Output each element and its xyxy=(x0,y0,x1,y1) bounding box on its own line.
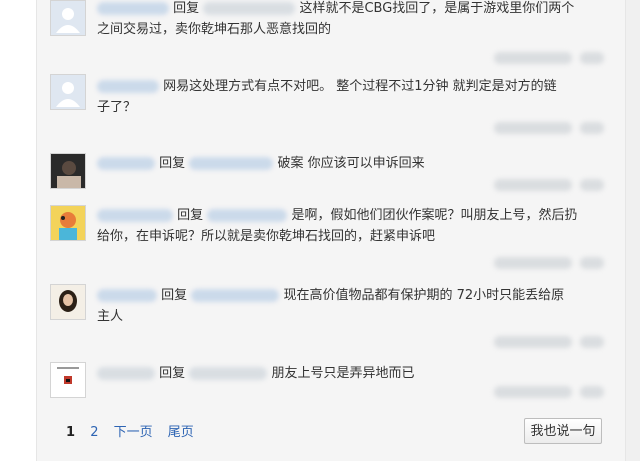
avatar-default[interactable] xyxy=(50,74,86,110)
scrollbar-track[interactable] xyxy=(626,0,640,461)
avatar-user-photo[interactable] xyxy=(50,284,86,320)
avatar-user-photo[interactable] xyxy=(50,362,86,398)
reply-word: 回复 xyxy=(177,208,204,223)
blurred-username[interactable] xyxy=(97,209,173,222)
blurred-username[interactable] xyxy=(97,2,169,15)
comment-line: 主人 xyxy=(97,309,124,324)
comment-line: 子了？ xyxy=(97,100,137,115)
comment-meta-blurred xyxy=(494,386,606,408)
comment-line: 现在高价值物品都有保护期的 72小时只能丢给原 xyxy=(283,288,565,303)
blurred-username[interactable] xyxy=(207,209,288,222)
comment-meta-blurred xyxy=(494,336,606,358)
comment-meta-blurred xyxy=(494,179,606,201)
avatar-user-photo[interactable] xyxy=(50,153,86,189)
comment-text: 网易这处理方式有点不对吧。 整个过程不过1分钟 就判定是对方的链 子了？ xyxy=(97,76,607,118)
reply-word: 回复 xyxy=(159,366,186,381)
reply-word: 回复 xyxy=(173,1,200,16)
reply-word: 回复 xyxy=(159,156,186,171)
comment-text: 回复 是啊，假如他们团伙作案呢？叫朋友上号，然后扔 给你，在申诉呢？所以就是卖你… xyxy=(97,205,607,247)
post-reply-button[interactable]: 我也说一句 xyxy=(524,418,602,444)
comment-text: 回复 这样就不是CBG找回了，是属于游戏里你们两个 之间交易过，卖你乾坤石那人恶… xyxy=(97,0,607,40)
next-page-link[interactable]: 下一页 xyxy=(114,425,153,440)
blurred-username[interactable] xyxy=(191,289,280,302)
avatar-user-photo[interactable] xyxy=(50,205,86,241)
pagination: 1 2 下一页 尾页 xyxy=(66,421,205,440)
last-page-link[interactable]: 尾页 xyxy=(168,425,194,440)
blurred-username[interactable] xyxy=(97,289,157,302)
blurred-username[interactable] xyxy=(189,367,268,380)
comment-meta-blurred xyxy=(494,52,606,74)
page-current: 1 xyxy=(66,425,76,440)
comment-meta-blurred xyxy=(494,257,606,279)
comment-meta-blurred xyxy=(494,122,606,144)
comment-text: 回复 朋友上号只是弄异地而已 xyxy=(97,363,607,384)
reply-word: 回复 xyxy=(161,288,188,303)
comment-line: 朋友上号只是弄异地而已 xyxy=(271,366,415,381)
comment-text: 回复 破案 你应该可以申诉回来 xyxy=(97,153,607,174)
comment-text: 回复 现在高价值物品都有保护期的 72小时只能丢给原 主人 xyxy=(97,285,607,327)
comment-line: 是啊，假如他们团伙作案呢？叫朋友上号，然后扔 xyxy=(291,208,578,223)
comment-line: 之间交易过，卖你乾坤石那人恶意找回的 xyxy=(97,22,332,37)
avatar-default[interactable] xyxy=(50,0,86,36)
comment-line: 给你，在申诉呢？所以就是卖你乾坤石找回的，赶紧申诉吧 xyxy=(97,229,436,244)
page-2-link[interactable]: 2 xyxy=(90,425,98,440)
comment-line: 这样就不是CBG找回了，是属于游戏里你们两个 xyxy=(299,1,575,16)
blurred-username[interactable] xyxy=(189,157,274,170)
blurred-username[interactable] xyxy=(203,2,296,15)
blurred-username[interactable] xyxy=(97,80,159,93)
blurred-username[interactable] xyxy=(97,157,155,170)
comment-line: 破案 你应该可以申诉回来 xyxy=(277,156,425,171)
comment-line: 网易这处理方式有点不对吧。 整个过程不过1分钟 就判定是对方的链 xyxy=(163,79,557,94)
blurred-username[interactable] xyxy=(97,367,155,380)
